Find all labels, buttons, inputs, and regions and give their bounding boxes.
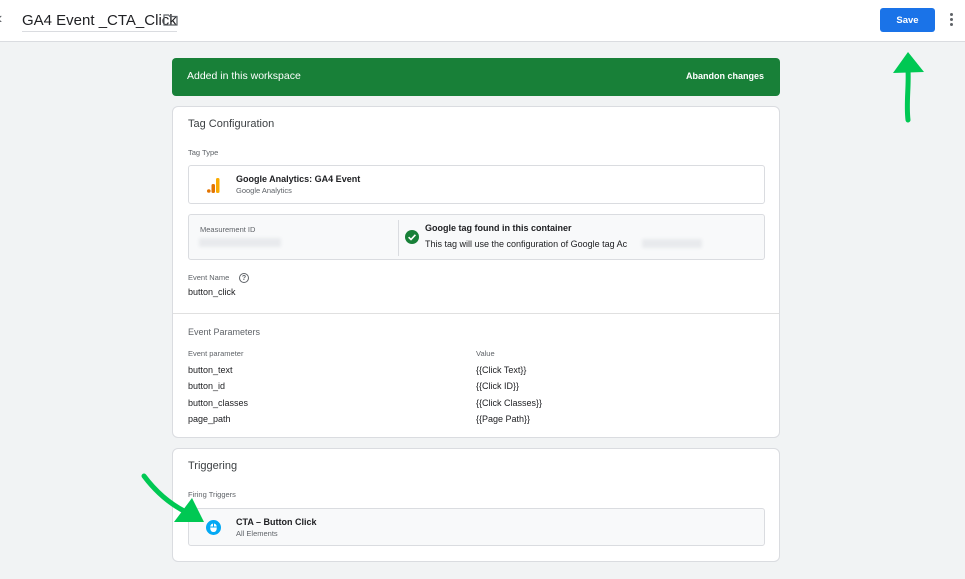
param-name: button_text [188,365,233,375]
param-name: page_path [188,414,231,424]
measurement-id-label: Measurement ID [200,225,256,234]
close-icon[interactable]: ‹ [0,10,2,28]
param-value: {{Click Text}} [476,365,527,375]
more-vert-icon[interactable] [950,13,954,27]
divider [173,313,779,314]
value-column-header: Value [476,349,495,358]
param-name: button_classes [188,398,249,408]
ga-bars-icon [207,178,220,193]
save-button[interactable]: Save [880,8,935,32]
top-bar: ‹ GA4 Event _CTA_Click Save [0,0,965,42]
event-name-value: button_click [188,287,236,297]
trigger-sub: All Elements [236,529,278,538]
tag-configuration-title: Tag Configuration [188,118,275,130]
annotation-arrow [893,52,924,123]
click-trigger-icon [206,520,221,535]
check-circle-icon [405,230,419,244]
tag-type-name: Google Analytics: GA4 Event [236,174,361,184]
param-value: {{Click ID}} [476,381,520,391]
param-name: button_id [188,381,226,391]
triggering-title: Triggering [188,460,238,472]
google-tag-found-title: Google tag found in this container [425,223,572,233]
tag-name-field[interactable]: GA4 Event _CTA_Click [22,12,177,32]
trigger-item[interactable]: CTA – Button Click All Elements [188,508,765,546]
measurement-box: Measurement ID Google tag found in this … [188,214,765,260]
folder-icon[interactable] [163,13,178,26]
triggering-card[interactable]: Triggering Firing Triggers CTA – Button … [172,448,780,562]
google-tag-found-desc: This tag will use the configuration of G… [425,239,628,249]
tag-type-box[interactable]: Google Analytics: GA4 Event Google Analy… [188,165,765,204]
param-value: {{Click Classes}} [476,398,543,408]
divider [398,220,399,256]
annotation-arrow [141,473,204,522]
abandon-changes-link[interactable]: Abandon changes [686,71,764,81]
param-value: {{Page Path}} [476,414,531,424]
event-name-label: Event Name [188,273,230,282]
workspace-banner: Added in this workspace Abandon changes [172,58,780,96]
tag-type-sub: Google Analytics [236,186,292,195]
tag-configuration-card[interactable]: Tag Configuration Tag Type Google Analyt… [172,106,780,438]
event-parameters-title: Event Parameters [188,327,261,337]
google-tag-id-blurred [642,239,702,248]
tag-type-label: Tag Type [188,148,219,157]
help-icon[interactable]: ? [239,273,249,283]
param-column-header: Event parameter [188,349,244,358]
banner-text: Added in this workspace [187,70,301,82]
measurement-id-blurred [199,238,281,247]
trigger-name: CTA – Button Click [236,517,317,527]
